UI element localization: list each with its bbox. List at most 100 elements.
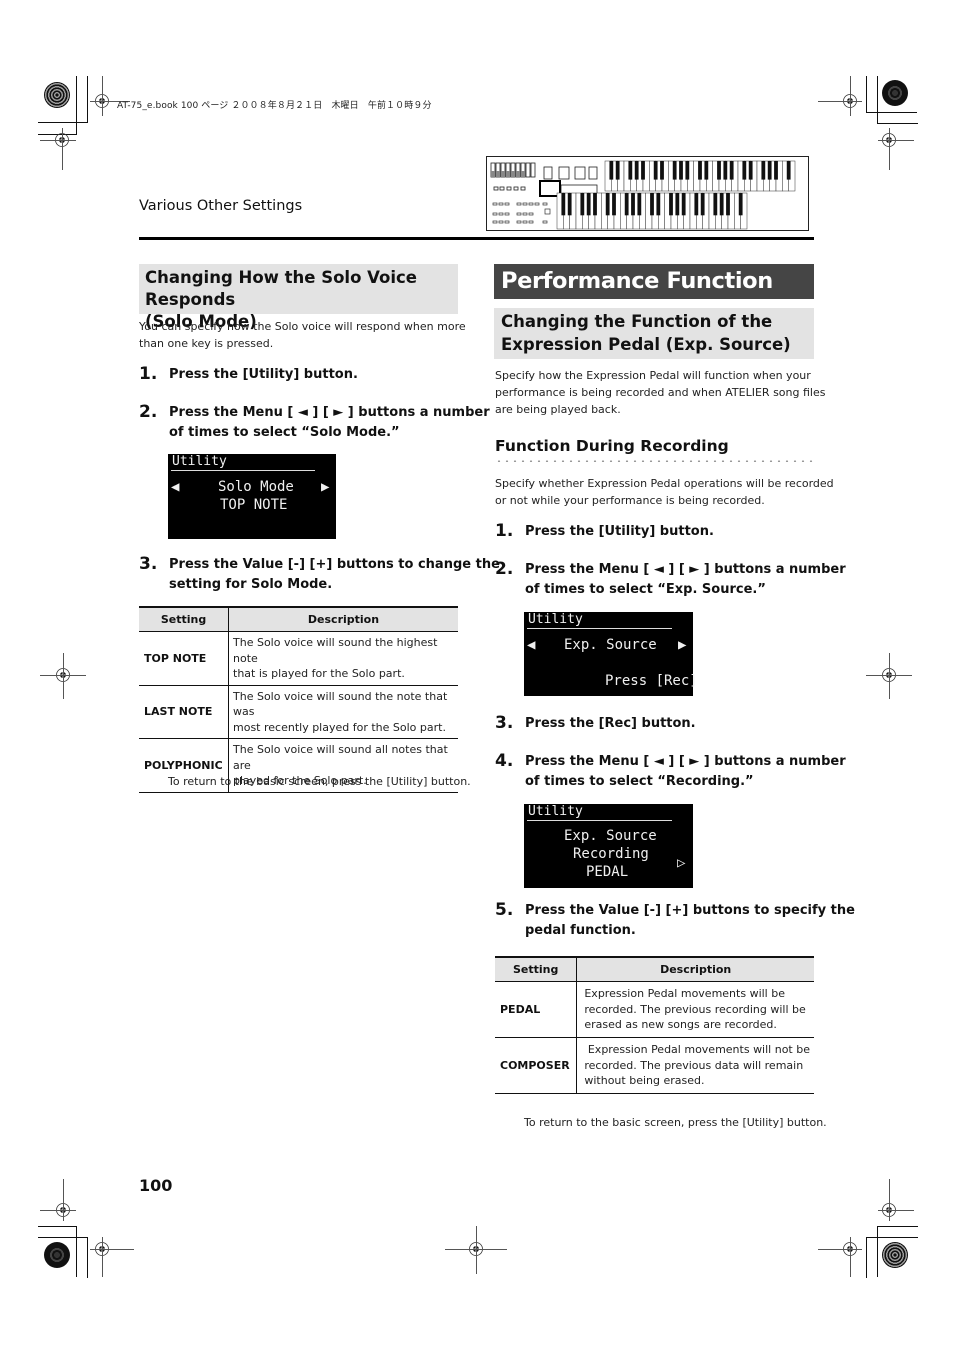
step-4: 4. Press the Menu [ ◄ ] [ ► ] buttons a … xyxy=(495,752,846,792)
step-text: Press the Menu [ ◄ ] [ ► ] buttons a num… xyxy=(525,562,846,577)
lcd-line: Exp. Source xyxy=(564,637,657,653)
exp-source-heading: Changing the Function of the Expression … xyxy=(494,308,814,359)
setting-cell: COMPOSER xyxy=(495,1037,577,1094)
step-text: Press the Value [-] [+] buttons to chang… xyxy=(169,557,500,572)
crop-line xyxy=(850,76,851,116)
step-number: 1. xyxy=(139,364,158,384)
left-arrow-icon: ◀ xyxy=(171,479,180,495)
step-text: setting for Solo Mode. xyxy=(169,577,333,592)
crop-line xyxy=(878,140,914,141)
step-number: 3. xyxy=(495,713,514,733)
setting-cell: TOP NOTE xyxy=(139,631,229,686)
setting-cell: PEDAL xyxy=(495,981,577,1038)
crop-line xyxy=(62,128,63,170)
step-number: 2. xyxy=(139,402,158,422)
column-header-description: Description xyxy=(576,956,814,982)
section-header-title: Various Other Settings xyxy=(139,198,303,214)
lcd-line: Solo Mode xyxy=(218,479,294,495)
crop-line xyxy=(866,675,912,676)
step-1: 1. Press the [Utility] button. xyxy=(139,365,358,385)
step-text: of times to select “Solo Mode.” xyxy=(169,425,400,440)
return-note: To return to the basic screen, press the… xyxy=(524,1116,827,1129)
corner-crop-mark xyxy=(877,76,918,124)
step-text: Press the [Rec] button. xyxy=(525,716,696,731)
step-text: Press the Menu [ ◄ ] [ ► ] buttons a num… xyxy=(169,405,490,420)
column-header-setting: Setting xyxy=(139,606,229,632)
table-row: TOP NOTE The Solo voice will sound the h… xyxy=(139,631,458,686)
lcd-display-exp-source: Utility ◀ Exp. Source ▶ Press [Rec] xyxy=(524,612,698,696)
crop-line xyxy=(40,675,86,676)
intro-line: You can specify how the Solo voice will … xyxy=(139,320,466,333)
lcd-display-solo-mode: Utility ◀ Solo Mode ▶ TOP NOTE xyxy=(168,454,336,539)
lcd-rule xyxy=(527,820,672,821)
intro-line: performance is being recorded and when A… xyxy=(495,386,826,399)
table-header-row: Setting Description xyxy=(495,956,814,982)
step-3: 3. Press the Value [-] [+] buttons to ch… xyxy=(139,555,500,595)
page-title: Performance Function Settings xyxy=(494,264,814,329)
subsection-heading: Function During Recording xyxy=(495,437,729,455)
step-text: Press the [Utility] button. xyxy=(525,524,714,539)
crop-line xyxy=(818,101,862,102)
solo-mode-intro: You can specify how the Solo voice will … xyxy=(139,318,466,352)
step-text: pedal function. xyxy=(525,923,636,938)
heading-line: Changing How the Solo Voice Responds xyxy=(145,268,417,309)
table-row: COMPOSER Expression Pedal movements will… xyxy=(495,1037,814,1094)
crop-line xyxy=(40,1210,76,1211)
exp-source-settings-table: Setting Description PEDAL Expression Ped… xyxy=(495,956,814,1094)
lcd-line: TOP NOTE xyxy=(220,497,288,513)
organ-panel-illustration xyxy=(486,156,809,231)
step-number: 3. xyxy=(139,554,158,574)
intro-line: are being played back. xyxy=(495,403,621,416)
description-cell: The Solo voice will sound the note that … xyxy=(228,685,458,739)
step-number: 4. xyxy=(495,751,514,771)
lcd-title: Utility xyxy=(528,612,583,627)
crop-line xyxy=(889,653,890,699)
recording-intro: Specify whether Expression Pedal operati… xyxy=(495,475,834,509)
table-row: PEDAL Expression Pedal movements will be… xyxy=(495,981,814,1038)
return-note: To return to the basic screen, press the… xyxy=(168,775,471,788)
right-arrow-icon: ▶ xyxy=(321,479,330,495)
description-cell: Expression Pedal movements will not be re… xyxy=(576,1037,814,1094)
step-number: 1. xyxy=(495,521,514,541)
crop-line xyxy=(476,1226,477,1274)
table-header-row: Setting Description xyxy=(139,606,458,632)
description-cell: The Solo voice will sound the highest no… xyxy=(228,631,458,686)
step-text: of times to select “Exp. Source.” xyxy=(525,582,766,597)
step-2: 2. Press the Menu [ ◄ ] [ ► ] buttons a … xyxy=(139,403,490,443)
dotted-divider xyxy=(495,460,815,462)
lcd-line: Exp. Source xyxy=(564,828,657,844)
exp-source-intro: Specify how the Expression Pedal will fu… xyxy=(495,367,825,418)
crop-line xyxy=(889,1179,890,1221)
intro-line: than one key is pressed. xyxy=(139,337,274,350)
step-5: 5. Press the Value [-] [+] buttons to sp… xyxy=(495,901,855,941)
crop-line xyxy=(818,1249,862,1250)
solo-mode-settings-table: Setting Description TOP NOTE The Solo vo… xyxy=(139,606,458,793)
lcd-title: Utility xyxy=(528,804,583,819)
step-number: 2. xyxy=(495,559,514,579)
right-arrow-icon: ▶ xyxy=(678,637,687,653)
organ-keyboard-icon xyxy=(490,160,796,230)
crop-line xyxy=(90,1249,134,1250)
lcd-display-recording: Utility Exp. Source Recording PEDAL ▷ xyxy=(524,804,693,888)
intro-line: Specify how the Expression Pedal will fu… xyxy=(495,369,811,382)
step-1: 1. Press the [Utility] button. xyxy=(495,522,714,542)
intro-line: or not while your performance is being r… xyxy=(495,494,765,507)
header-rule xyxy=(139,237,814,240)
step-2: 2. Press the Menu [ ◄ ] [ ► ] buttons a … xyxy=(495,560,846,600)
crop-line xyxy=(40,140,76,141)
crop-line xyxy=(878,1210,914,1211)
registration-target-icon xyxy=(882,1242,908,1268)
description-cell: Expression Pedal movements will be record… xyxy=(576,981,814,1038)
solo-mode-heading: Changing How the Solo Voice Responds (So… xyxy=(139,264,458,331)
setting-cell: LAST NOTE xyxy=(139,685,229,739)
crop-line xyxy=(850,1237,851,1277)
column-header-description: Description xyxy=(228,606,458,632)
column-header-setting: Setting xyxy=(495,956,577,982)
lcd-rule xyxy=(527,628,672,629)
lcd-rule xyxy=(171,470,315,471)
intro-line: Specify whether Expression Pedal operati… xyxy=(495,477,834,490)
step-text: Press the Menu [ ◄ ] [ ► ] buttons a num… xyxy=(525,754,846,769)
corner-crop-mark xyxy=(38,76,77,135)
step-number: 5. xyxy=(495,900,514,920)
right-arrow-outline-icon: ▷ xyxy=(677,855,686,871)
